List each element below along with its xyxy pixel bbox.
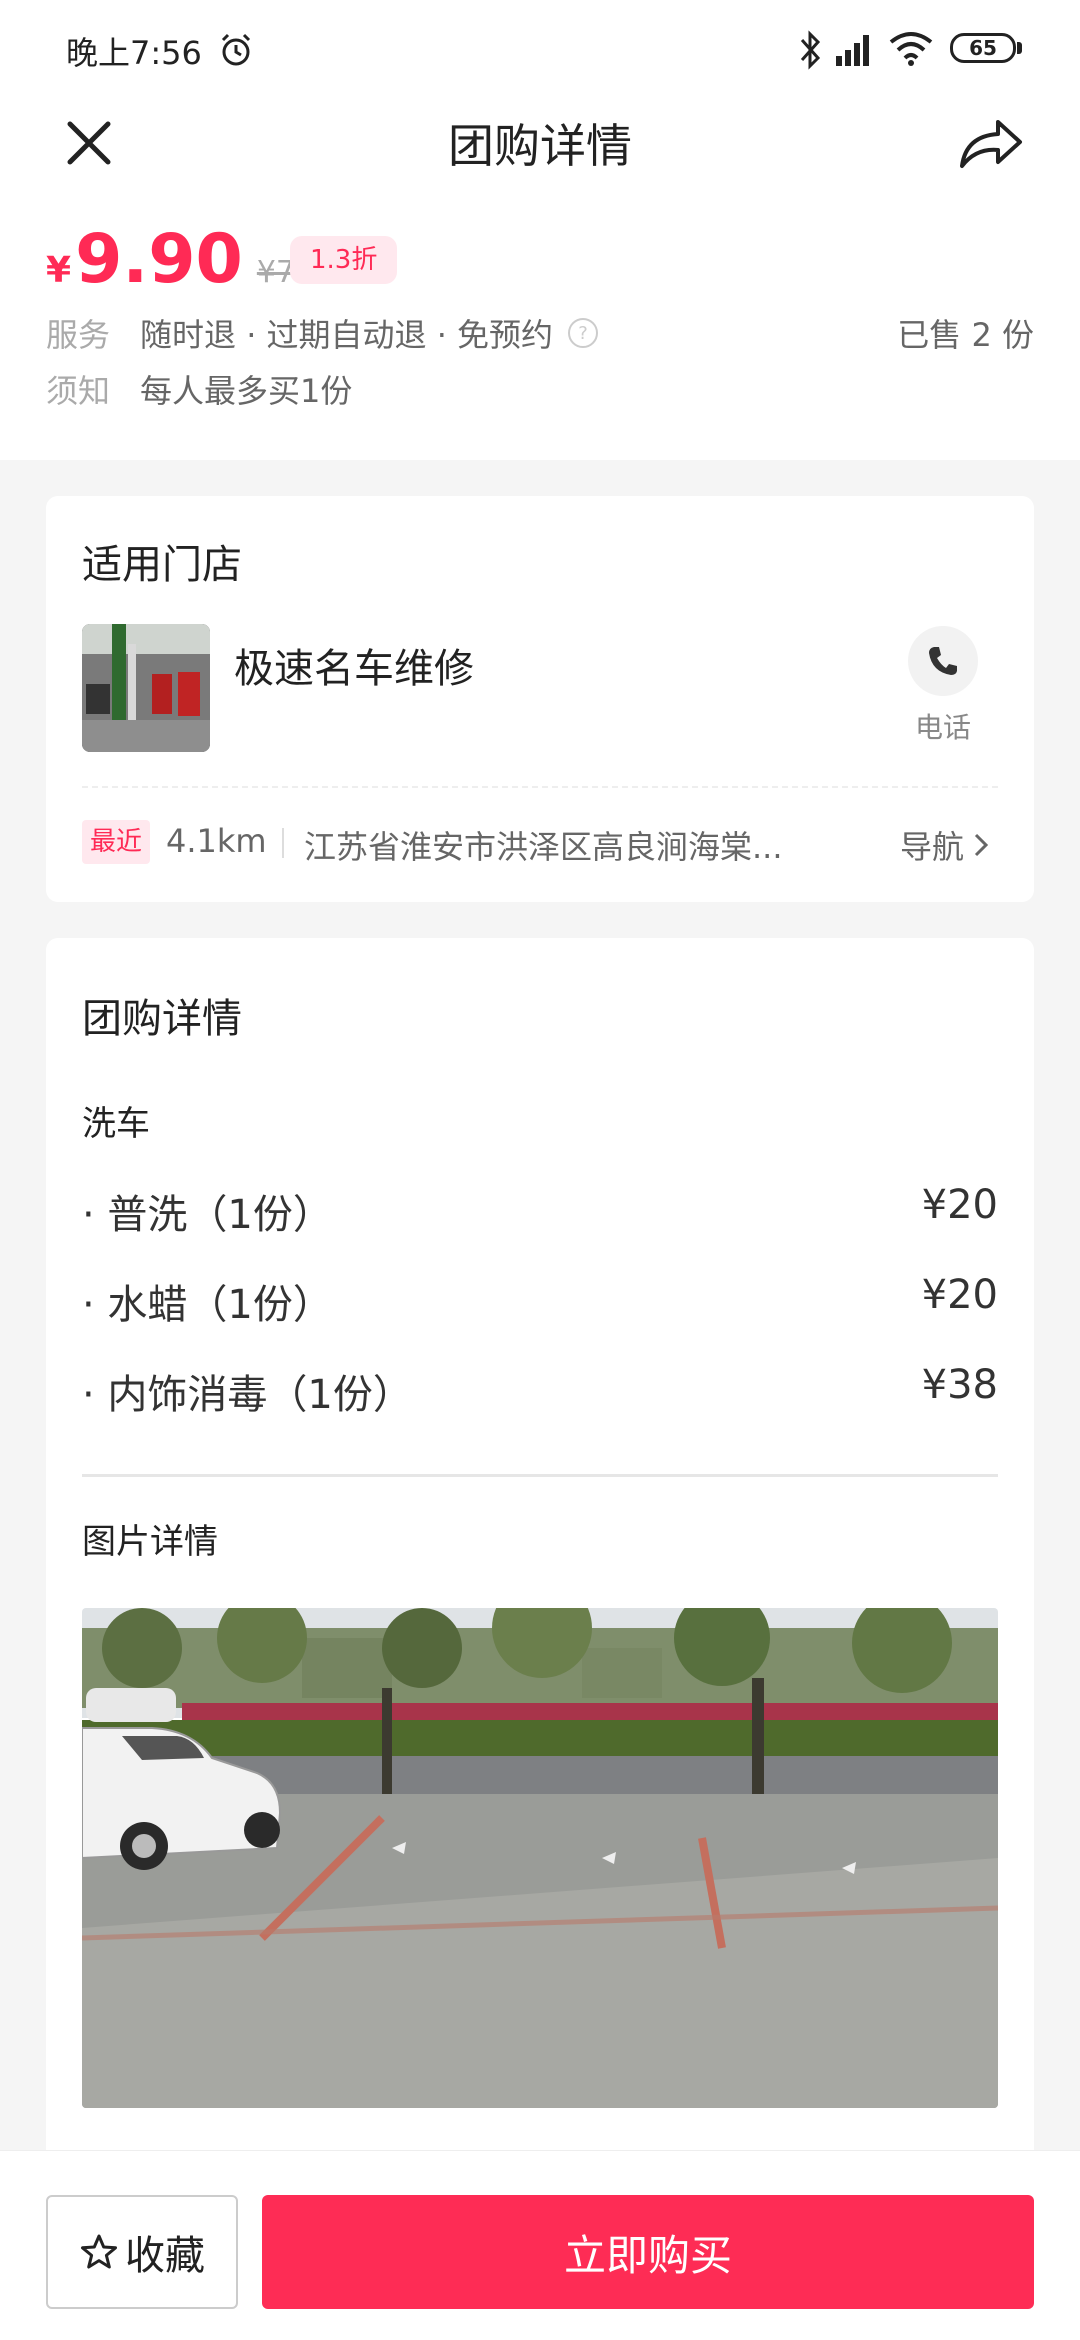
notice-label: 须知 [46,372,111,410]
bluetooth-icon [800,30,821,70]
alarm-icon [221,33,251,66]
service-row[interactable]: 服务 随时退 · 过期自动退 · 免预约 ? [46,310,599,356]
details-title: 团购详情 [82,996,242,1042]
phone-label[interactable]: 电话 [896,706,990,746]
list-item: · 普洗（1份） ¥20 [82,1182,998,1242]
item-name: · 内饰消毒（1份） [82,1372,413,1418]
bottom-bar: 收藏 立即购买 [0,2150,1080,2340]
status-bar: 晚上7:56 65 [0,0,1080,100]
signal-icon [836,35,869,66]
notice-row: 须知 每人最多买1份 [46,366,352,412]
page-title: 团购详情 [448,119,632,173]
current-price: 9.90 [75,220,243,299]
store-distance: 4.1km [166,822,267,860]
details-card: 团购详情 洗车 · 普洗（1份） ¥20 · 水蜡（1份） ¥20 · 内饰消毒… [46,938,1034,2168]
divider [82,1474,998,1477]
item-price: ¥20 [921,1272,998,1318]
item-price: ¥38 [921,1362,998,1408]
price-symbol: ¥ [46,250,72,291]
price-section: ¥ 9.90 ¥78 1.3折 服务 随时退 · 过期自动退 · 免预约 ? 须… [0,200,1080,460]
list-item: · 水蜡（1份） ¥20 [82,1272,998,1332]
store-address[interactable]: 江苏省淮安市洪泽区高良涧海棠... [304,822,824,868]
chevron-right-icon [974,833,989,857]
store-thumbnail[interactable] [82,624,210,752]
status-time: 晚上7:56 [66,34,202,72]
category-title: 洗车 [82,1104,150,1144]
service-text: 随时退 · 过期自动退 · 免预约 [140,316,554,354]
phone-icon [929,647,957,675]
photo-detail-title: 图片详情 [82,1522,218,1562]
list-item: · 内饰消毒（1份） ¥38 [82,1362,998,1422]
separator [282,828,284,858]
item-name: · 普洗（1份） [82,1192,333,1238]
divider [82,786,998,788]
favorite-label: 收藏 [125,2233,205,2279]
item-name: · 水蜡（1份） [82,1282,333,1328]
phone-button[interactable] [908,626,978,696]
wifi-icon [889,32,933,66]
discount-badge: 1.3折 [290,236,398,284]
stores-title: 适用门店 [82,542,242,588]
navigation-link[interactable]: 导航 [900,822,992,868]
item-price: ¥20 [921,1182,998,1228]
service-label: 服务 [46,316,111,354]
sold-count: 已售 2 份 [897,316,1034,354]
battery-icon: 65 [950,33,1016,63]
nearest-badge: 最近 [82,820,151,864]
stores-card: 适用门店 极速名车维修 电话 最近 4.1km 江苏省淮安市洪泽区高良涧海棠..… [46,496,1034,902]
buy-now-button[interactable]: 立即购买 [262,2195,1034,2309]
detail-photo[interactable] [82,1608,998,2108]
star-icon [81,2234,117,2269]
navigation-label: 导航 [900,828,965,866]
help-icon[interactable]: ? [567,317,599,349]
price-row: ¥ 9.90 ¥78 [46,220,314,300]
battery-tip [1017,42,1022,54]
svg-text:?: ? [578,323,588,344]
store-name[interactable]: 极速名车维修 [234,636,474,694]
notice-text: 每人最多买1份 [140,372,353,410]
share-icon[interactable] [958,114,1024,172]
favorite-button[interactable]: 收藏 [46,2195,238,2309]
